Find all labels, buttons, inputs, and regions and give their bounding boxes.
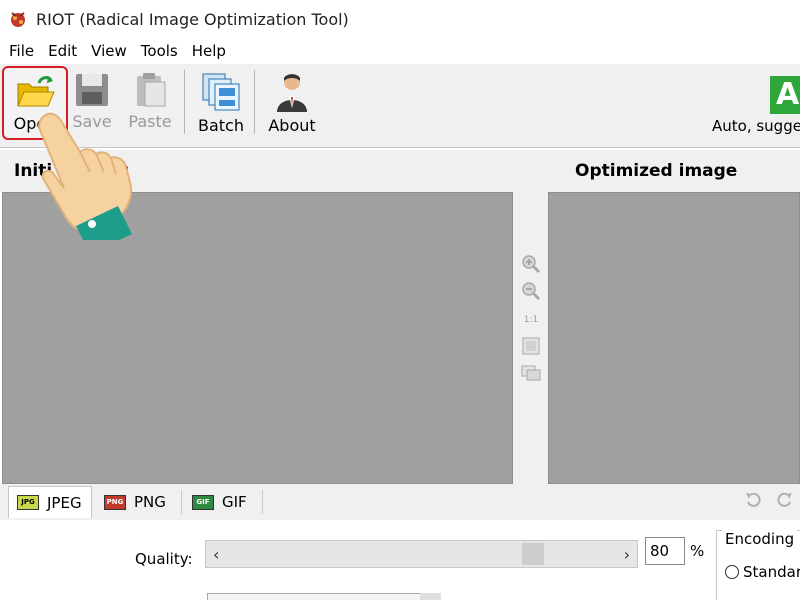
pointing-hand-icon (38, 112, 132, 240)
open-folder-icon (17, 76, 55, 107)
tab-gif-label: GIF (222, 493, 247, 511)
redo-icon[interactable] (774, 490, 794, 510)
tab-jpeg-label: JPEG (47, 493, 82, 512)
quality-slider[interactable]: ‹ › (205, 540, 638, 568)
title-bar: RIOT (Radical Image Optimization Tool) (0, 0, 800, 38)
quality-slider-thumb[interactable] (521, 543, 544, 565)
menu-view[interactable]: View (84, 38, 134, 64)
batch-button[interactable]: Batch (192, 66, 250, 140)
tab-separator (262, 490, 263, 514)
about-person-icon (277, 74, 307, 112)
toolbar-separator (254, 70, 255, 134)
riot-app-icon (11, 12, 25, 27)
menu-bar: File Edit View Tools Help (0, 38, 800, 64)
jpeg-settings-panel: Quality: ‹ › % Encoding Standar (0, 520, 800, 600)
png-badge-icon: PNG (104, 494, 126, 510)
quality-label: Quality: (135, 550, 193, 568)
tab-jpeg[interactable]: JPG JPEG (8, 486, 92, 518)
jpeg-badge-icon: JPG (17, 495, 39, 510)
menu-tools[interactable]: Tools (134, 38, 185, 64)
encoding-label: Encoding (722, 530, 798, 548)
tab-png-label: PNG (134, 493, 166, 511)
riot-window: RIOT (Radical Image Optimization Tool) F… (0, 0, 800, 600)
about-label: About (268, 116, 316, 135)
optimized-image-title: Optimized image (575, 161, 738, 181)
fit-window-icon[interactable] (521, 336, 541, 356)
auto-optimize-badge[interactable]: A (770, 76, 800, 114)
window-title: RIOT (Radical Image Optimization Tool) (36, 9, 349, 29)
batch-files-icon (202, 73, 240, 111)
optimized-image-header: Optimized image (548, 150, 800, 192)
quality-percent-sign: % (690, 542, 705, 560)
batch-label: Batch (198, 116, 244, 135)
actual-size-button[interactable]: 1:1 (521, 310, 541, 330)
undo-icon[interactable] (744, 490, 764, 510)
optimized-image-panel[interactable] (548, 192, 800, 484)
format-tabs: JPG JPEG PNG PNG GIF GIF (0, 484, 800, 520)
undo-redo-group (744, 490, 794, 510)
zoom-in-icon[interactable] (521, 254, 541, 274)
standard-encoding-label: Standar (743, 563, 800, 581)
auto-suggest-text: Auto, sugge (712, 117, 800, 135)
about-button[interactable]: About (262, 66, 322, 140)
menu-file[interactable]: File (2, 38, 41, 64)
tab-png[interactable]: PNG PNG (96, 486, 180, 518)
secondary-field-button[interactable] (420, 593, 441, 600)
secondary-field[interactable] (207, 593, 441, 600)
slider-left-arrow-icon[interactable]: ‹ (213, 545, 219, 564)
standard-encoding-radio[interactable]: Standar (725, 563, 800, 581)
compare-view-icon[interactable] (521, 363, 541, 383)
tab-separator (181, 490, 182, 514)
toolbar-separator (184, 70, 185, 134)
gif-badge-icon: GIF (192, 494, 214, 510)
save-disk-icon (76, 74, 108, 106)
menu-edit[interactable]: Edit (41, 38, 84, 64)
menu-help[interactable]: Help (185, 38, 233, 64)
radio-circle-icon (725, 565, 739, 579)
quality-value-input[interactable] (645, 537, 685, 565)
tab-gif[interactable]: GIF GIF (184, 486, 262, 518)
zoom-out-icon[interactable] (521, 281, 541, 301)
paste-clipboard-icon (137, 73, 166, 107)
slider-right-arrow-icon[interactable]: › (624, 545, 630, 564)
viewer-tools-strip: 1:1 (513, 150, 548, 484)
